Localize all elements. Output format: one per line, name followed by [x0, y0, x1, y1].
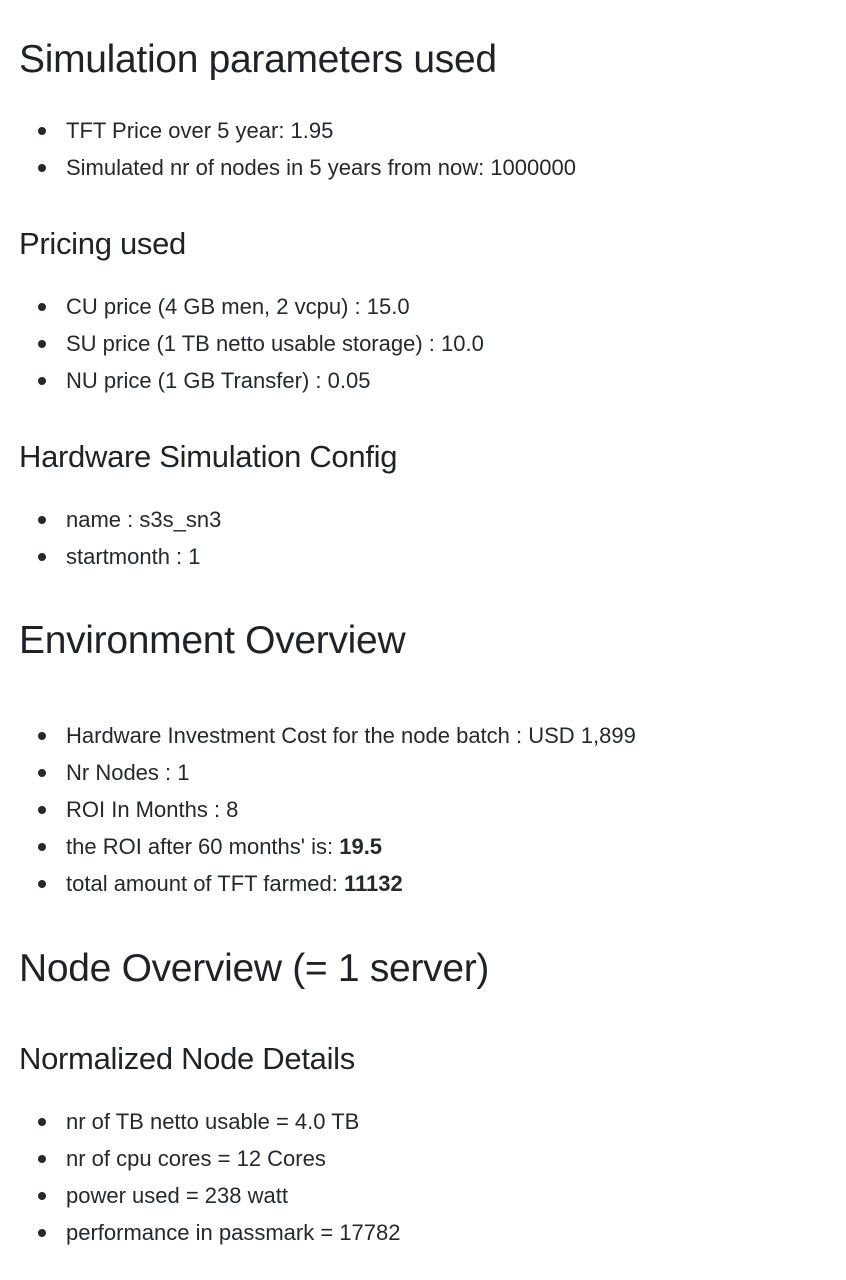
bullet-icon [38, 806, 46, 814]
simulation-parameters-list: TFT Price over 5 year: 1.95 Simulated nr… [0, 112, 576, 186]
list-item: total amount of TFT farmed: 11132 [0, 865, 636, 902]
environment-overview-list: Hardware Investment Cost for the node ba… [0, 717, 636, 902]
bullet-icon [38, 127, 46, 135]
hardware-config-heading: Hardware Simulation Config [19, 439, 398, 474]
list-item: startmonth : 1 [0, 538, 221, 575]
list-item: performance in passmark = 17782 [0, 1214, 400, 1251]
bullet-icon [38, 843, 46, 851]
bullet-icon [38, 1155, 46, 1163]
list-item: ROI In Months : 8 [0, 791, 636, 828]
roi-value: 19.5 [339, 834, 383, 859]
bullet-icon [38, 1192, 46, 1200]
bullet-icon [38, 1118, 46, 1126]
list-item: Hardware Investment Cost for the node ba… [0, 717, 636, 754]
list-item: TFT Price over 5 year: 1.95 [0, 112, 576, 149]
bullet-icon [38, 553, 46, 561]
list-item-text: CU price (4 GB men, 2 vcpu) : 15.0 [66, 294, 410, 319]
list-item: nr of cpu cores = 12 Cores [0, 1140, 400, 1177]
list-item-text: nr of TB netto usable = 4.0 TB [66, 1109, 360, 1134]
list-item: Nr Nodes : 1 [0, 754, 636, 791]
bullet-icon [38, 516, 46, 524]
list-item: name : s3s_sn3 [0, 501, 221, 538]
list-item-text: power used = 238 watt [66, 1183, 288, 1208]
report-page: Simulation parameters used TFT Price ove… [0, 0, 846, 1280]
bullet-icon [38, 340, 46, 348]
node-overview-heading: Node Overview (= 1 server) [19, 947, 490, 990]
list-item: SU price (1 TB netto usable storage) : 1… [0, 325, 484, 362]
list-item-text: NU price (1 GB Transfer) : 0.05 [66, 368, 371, 393]
normalized-node-details-heading: Normalized Node Details [19, 1041, 355, 1076]
tft-farmed-label: total amount of TFT farmed: [66, 871, 344, 896]
list-item: nr of TB netto usable = 4.0 TB [0, 1103, 400, 1140]
list-item: Simulated nr of nodes in 5 years from no… [0, 149, 576, 186]
list-item-text: Simulated nr of nodes in 5 years from no… [66, 155, 576, 180]
normalized-node-details-list: nr of TB netto usable = 4.0 TB nr of cpu… [0, 1103, 400, 1251]
list-item-text: nr of cpu cores = 12 Cores [66, 1146, 326, 1171]
list-item-text: Hardware Investment Cost for the node ba… [66, 723, 636, 748]
tft-farmed-value: 11132 [343, 871, 403, 896]
bullet-icon [38, 880, 46, 888]
list-item-text: Nr Nodes : 1 [66, 760, 190, 785]
list-item-text: SU price (1 TB netto usable storage) : 1… [66, 331, 484, 356]
list-item: the ROI after 60 months' is: 19.5 [0, 828, 636, 865]
list-item-text: startmonth : 1 [66, 544, 201, 569]
bullet-icon [38, 377, 46, 385]
roi-label: the ROI after 60 months' is: [66, 834, 340, 859]
list-item: CU price (4 GB men, 2 vcpu) : 15.0 [0, 288, 484, 325]
environment-overview-heading: Environment Overview [19, 619, 406, 662]
list-item-text: TFT Price over 5 year: 1.95 [66, 118, 334, 143]
bullet-icon [38, 769, 46, 777]
list-item-text: ROI In Months : 8 [66, 797, 239, 822]
list-item: NU price (1 GB Transfer) : 0.05 [0, 362, 484, 399]
bullet-icon [38, 732, 46, 740]
bullet-icon [38, 164, 46, 172]
bullet-icon [38, 303, 46, 311]
pricing-list: CU price (4 GB men, 2 vcpu) : 15.0 SU pr… [0, 288, 484, 399]
list-item-text: name : s3s_sn3 [66, 507, 222, 532]
list-item-text: performance in passmark = 17782 [66, 1220, 401, 1245]
list-item: power used = 238 watt [0, 1177, 400, 1214]
pricing-used-heading: Pricing used [19, 226, 186, 261]
simulation-parameters-heading: Simulation parameters used [19, 38, 497, 81]
bullet-icon [38, 1229, 46, 1237]
hardware-config-list: name : s3s_sn3 startmonth : 1 [0, 501, 221, 575]
